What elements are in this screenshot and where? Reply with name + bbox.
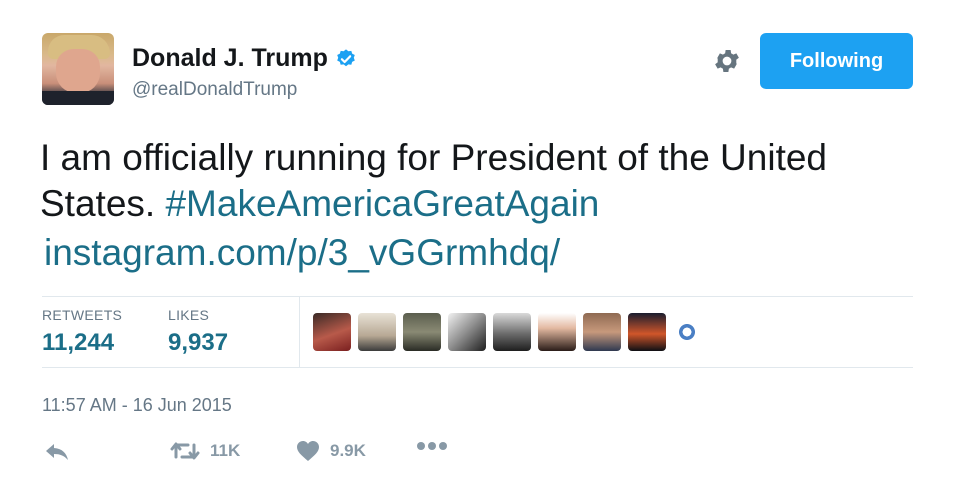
likers-avatar-list <box>313 313 697 351</box>
more-icon <box>417 442 447 450</box>
liker-avatar[interactable] <box>448 313 486 351</box>
like-button[interactable]: 9.9K <box>296 440 366 462</box>
hashtag-link[interactable]: #MakeAmericaGreatAgain <box>165 183 599 224</box>
retweets-stat[interactable]: RETWEETS 11,244 <box>42 307 122 357</box>
avatar-suit <box>42 91 114 105</box>
author-display-name[interactable]: Donald J. Trump <box>132 44 328 73</box>
author-avatar[interactable] <box>42 33 114 105</box>
verified-badge-icon <box>337 48 355 66</box>
tweet-timestamp[interactable]: 11:57 AM - 16 Jun 2015 <box>42 395 232 416</box>
liker-avatar[interactable] <box>583 313 621 351</box>
author-name-row[interactable]: Donald J. Trump <box>132 44 357 73</box>
retweet-button[interactable]: 11K <box>170 440 240 462</box>
like-count: 9.9K <box>330 441 366 460</box>
liker-avatar[interactable] <box>677 322 697 342</box>
liker-avatar[interactable] <box>628 313 666 351</box>
liker-avatar[interactable] <box>313 313 351 351</box>
retweets-count: 11,244 <box>42 329 115 356</box>
retweets-label: RETWEETS <box>42 307 123 323</box>
stats-top-divider <box>42 296 913 297</box>
heart-icon <box>297 441 319 461</box>
likes-count: 9,937 <box>168 329 229 356</box>
author-handle[interactable]: @realDonaldTrump <box>132 79 297 101</box>
tweet-text: I am officially running for President of… <box>40 135 920 227</box>
avatar-face <box>56 49 100 93</box>
tweet-url-link[interactable]: instagram.com/p/3_vGGrmhdq/ <box>44 232 560 274</box>
more-button[interactable] <box>416 440 448 452</box>
stats-bottom-divider <box>42 367 913 368</box>
liker-avatar[interactable] <box>538 313 576 351</box>
stats-separator <box>299 297 300 367</box>
likes-label: LIKES <box>168 307 210 323</box>
retweet-count: 11K <box>210 441 241 460</box>
liker-avatar[interactable] <box>493 313 531 351</box>
liker-avatar[interactable] <box>358 313 396 351</box>
retweet-icon <box>170 442 200 460</box>
reply-icon <box>46 444 68 460</box>
reply-button[interactable] <box>44 440 70 464</box>
gear-icon[interactable] <box>712 46 742 76</box>
liker-avatar[interactable] <box>403 313 441 351</box>
likes-stat[interactable]: LIKES 9,937 <box>168 307 228 357</box>
following-button[interactable]: Following <box>760 33 913 89</box>
